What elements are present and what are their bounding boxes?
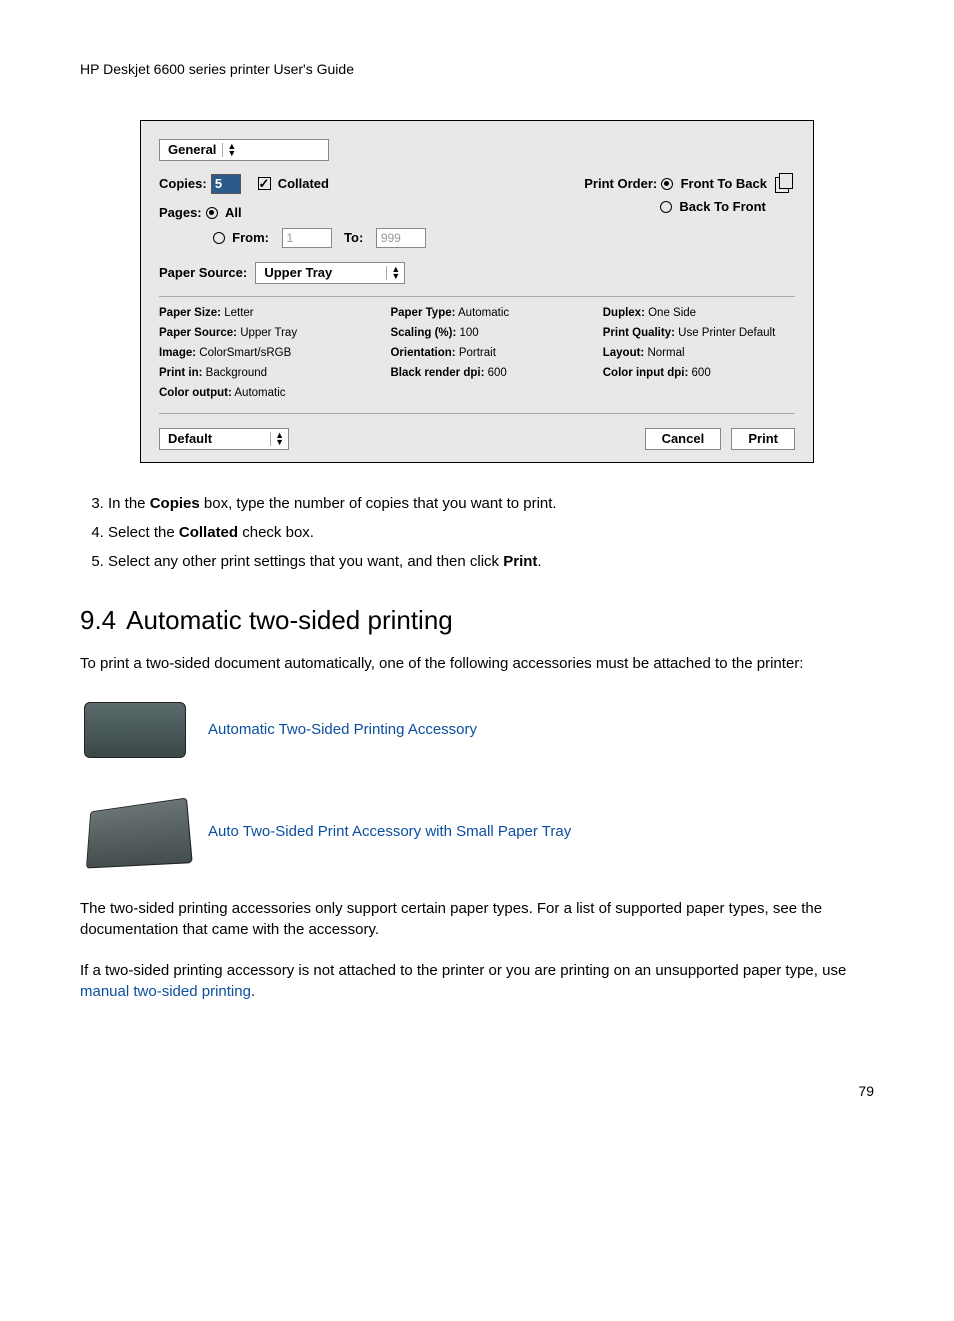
front-to-back-label: Front To Back (681, 176, 767, 191)
to-label: To: (344, 230, 363, 245)
accessory-row-1: Automatic Two-Sided Printing Accessory (80, 694, 874, 766)
divider (159, 296, 795, 297)
accessory-row-2: Auto Two-Sided Print Accessory with Smal… (80, 796, 874, 868)
dropdown-arrows-icon: ▲▼ (222, 143, 236, 157)
section-title: Automatic two-sided printing (126, 605, 453, 635)
duplexer-tray-image (80, 796, 190, 868)
accessory-link-1[interactable]: Automatic Two-Sided Printing Accessory (208, 719, 477, 740)
section-heading: 9.4 Automatic two-sided printing (80, 602, 874, 638)
print-dialog-screenshot: General ▲▼ Copies: 5 Collated Pages: All… (140, 120, 814, 464)
setting-value: 600 (488, 367, 507, 379)
copies-input[interactable]: 5 (211, 174, 241, 194)
step-5: Select any other print settings that you… (108, 551, 874, 572)
setting-value: Background (206, 367, 267, 379)
default-dropdown[interactable]: Default ▲▼ (159, 428, 289, 450)
setting-label: Paper Type: (390, 307, 455, 319)
setting-label: Scaling (%): (390, 327, 456, 339)
pages-from-radio[interactable] (213, 232, 225, 244)
setting-value: 100 (459, 327, 478, 339)
setting-label: Print Quality: (603, 327, 675, 339)
front-to-back-radio[interactable] (661, 178, 673, 190)
page-number: 79 (80, 1082, 874, 1102)
step-4: Select the Collated check box. (108, 522, 874, 543)
setting-label: Color output: (159, 387, 232, 399)
setting-label: Layout: (603, 347, 645, 359)
section-para-3: If a two-sided printing accessory is not… (80, 960, 874, 1002)
divider (159, 413, 795, 414)
setting-value: Automatic (234, 387, 285, 399)
section-para-2: The two-sided printing accessories only … (80, 898, 874, 940)
section-intro: To print a two-sided document automatica… (80, 653, 874, 674)
setting-label: Paper Source: (159, 327, 237, 339)
copies-label: Copies: (159, 176, 207, 191)
dropdown-arrows-icon: ▲▼ (386, 266, 400, 280)
setting-value: Letter (224, 307, 253, 319)
back-to-front-radio[interactable] (660, 201, 672, 213)
manual-two-sided-link[interactable]: manual two-sided printing (80, 983, 251, 1000)
duplexer-image (80, 694, 190, 766)
settings-summary: Paper Size: Letter Paper Type: Automatic… (159, 305, 795, 401)
setting-label: Duplex: (603, 307, 645, 319)
setting-label: Color input dpi: (603, 367, 689, 379)
setting-value: ColorSmart/sRGB (199, 347, 291, 359)
paper-source-dropdown[interactable]: Upper Tray ▲▼ (255, 262, 405, 284)
to-input[interactable]: 999 (376, 228, 426, 248)
tab-dropdown[interactable]: General ▲▼ (159, 139, 329, 161)
pages-all-label: All (225, 205, 242, 220)
step-3: In the Copies box, type the number of co… (108, 493, 874, 514)
setting-value: Portrait (459, 347, 496, 359)
preview-icon[interactable] (773, 173, 795, 195)
accessory-link-2[interactable]: Auto Two-Sided Print Accessory with Smal… (208, 821, 571, 842)
collated-checkbox[interactable] (258, 177, 271, 190)
paper-source-value: Upper Tray (264, 264, 332, 282)
setting-value: Normal (647, 347, 684, 359)
setting-value: 600 (692, 367, 711, 379)
from-input[interactable]: 1 (282, 228, 332, 248)
setting-value: Upper Tray (240, 327, 297, 339)
back-to-front-label: Back To Front (679, 199, 765, 214)
setting-label: Black render dpi: (390, 367, 484, 379)
from-label: From: (232, 230, 269, 245)
dropdown-arrows-icon: ▲▼ (270, 432, 284, 446)
instruction-steps: In the Copies box, type the number of co… (80, 493, 874, 572)
setting-value: One Side (648, 307, 696, 319)
collated-label: Collated (278, 176, 329, 191)
setting-label: Image: (159, 347, 196, 359)
cancel-button[interactable]: Cancel (645, 428, 722, 450)
setting-label: Print in: (159, 367, 202, 379)
pages-label: Pages: (159, 205, 202, 220)
section-number: 9.4 (80, 605, 116, 635)
paper-source-label: Paper Source: (159, 265, 247, 280)
setting-value: Use Printer Default (678, 327, 775, 339)
tab-dropdown-label: General (168, 141, 216, 159)
setting-value: Automatic (458, 307, 509, 319)
default-label: Default (168, 430, 212, 448)
pages-all-radio[interactable] (206, 207, 218, 219)
setting-label: Paper Size: (159, 307, 221, 319)
print-button[interactable]: Print (731, 428, 795, 450)
page-header: HP Deskjet 6600 series printer User's Gu… (80, 60, 874, 80)
setting-label: Orientation: (390, 347, 455, 359)
print-order-label: Print Order: (584, 176, 657, 191)
